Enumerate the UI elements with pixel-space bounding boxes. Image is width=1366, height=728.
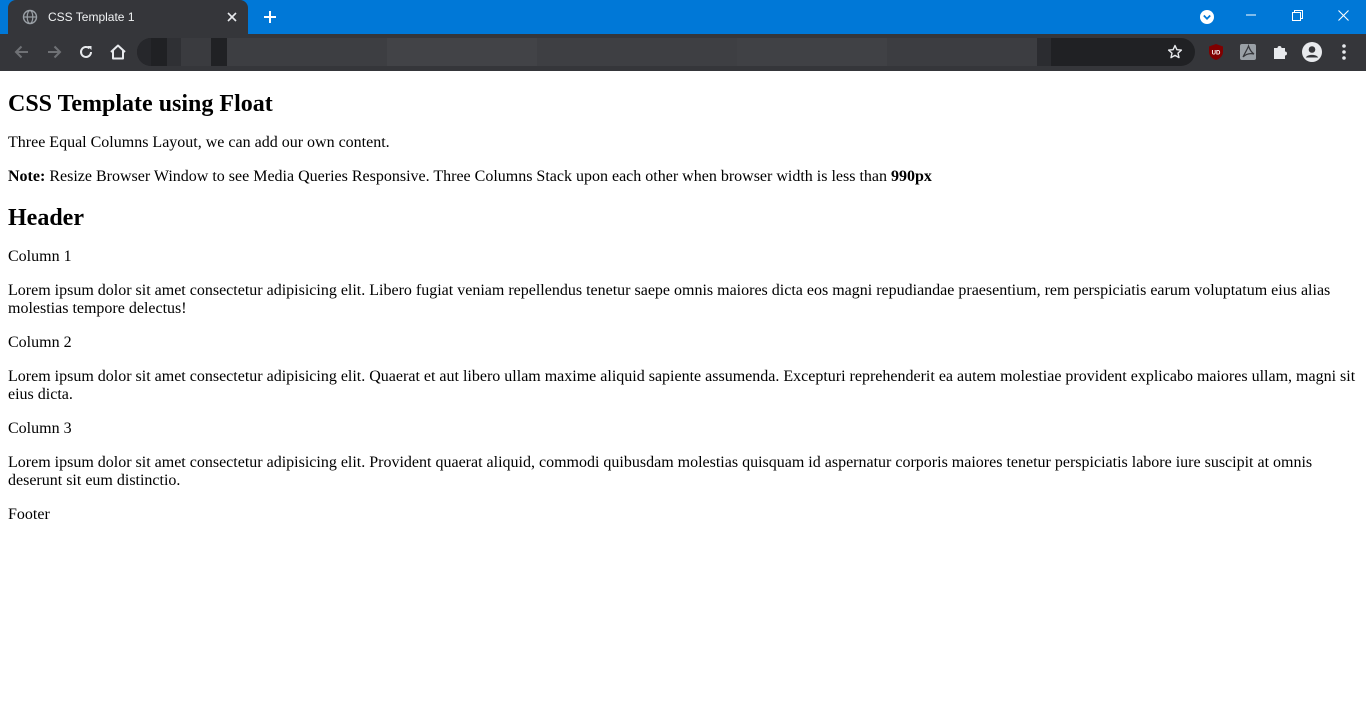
note-label: Note:: [8, 168, 46, 185]
browser-titlebar: CSS Template 1: [0, 0, 1366, 34]
column-3-text: Lorem ipsum dolor sit amet consectetur a…: [8, 454, 1313, 489]
browser-toolbar: UD: [0, 34, 1366, 71]
address-bar[interactable]: [137, 38, 1195, 66]
home-icon[interactable]: [104, 38, 132, 66]
kebab-menu-icon[interactable]: [1332, 40, 1356, 64]
pdf-icon[interactable]: [1236, 40, 1260, 64]
reload-icon[interactable]: [72, 38, 100, 66]
footer-text: Footer: [8, 506, 50, 523]
note-value: 990px: [891, 168, 932, 185]
note-paragraph: Note: Resize Browser Window to see Media…: [8, 168, 1358, 186]
column-1-text: Lorem ipsum dolor sit amet consectetur a…: [8, 282, 1331, 317]
tab-title: CSS Template 1: [48, 10, 135, 24]
active-tab[interactable]: CSS Template 1: [8, 0, 248, 34]
minimize-icon[interactable]: [1228, 0, 1274, 30]
restore-icon[interactable]: [1274, 0, 1320, 30]
tab-search-icon[interactable]: [1194, 0, 1220, 34]
ublock-label: UD: [1212, 51, 1221, 57]
close-icon[interactable]: [220, 5, 244, 29]
column-2-text: Lorem ipsum dolor sit amet consectetur a…: [8, 368, 1356, 403]
forward-arrow-icon[interactable]: [40, 38, 68, 66]
page-content: CSS Template using Float Three Equal Col…: [0, 90, 1366, 524]
column-2-title: Column 2: [8, 334, 72, 351]
note-text: Resize Browser Window to see Media Queri…: [45, 168, 892, 185]
page-title: CSS Template using Float: [8, 91, 273, 117]
globe-icon: [22, 9, 38, 25]
header-heading: Header: [8, 205, 84, 231]
star-icon[interactable]: [1163, 40, 1187, 64]
back-arrow-icon[interactable]: [8, 38, 36, 66]
plus-icon[interactable]: [256, 5, 284, 29]
column-1-title: Column 1: [8, 248, 72, 265]
puzzle-icon[interactable]: [1268, 40, 1292, 64]
profile-icon[interactable]: [1300, 40, 1324, 64]
ublock-icon[interactable]: UD: [1204, 40, 1228, 64]
window-close-icon[interactable]: [1320, 0, 1366, 30]
column-3-title: Column 3: [8, 420, 72, 437]
intro-text: Three Equal Columns Layout, we can add o…: [8, 134, 390, 151]
